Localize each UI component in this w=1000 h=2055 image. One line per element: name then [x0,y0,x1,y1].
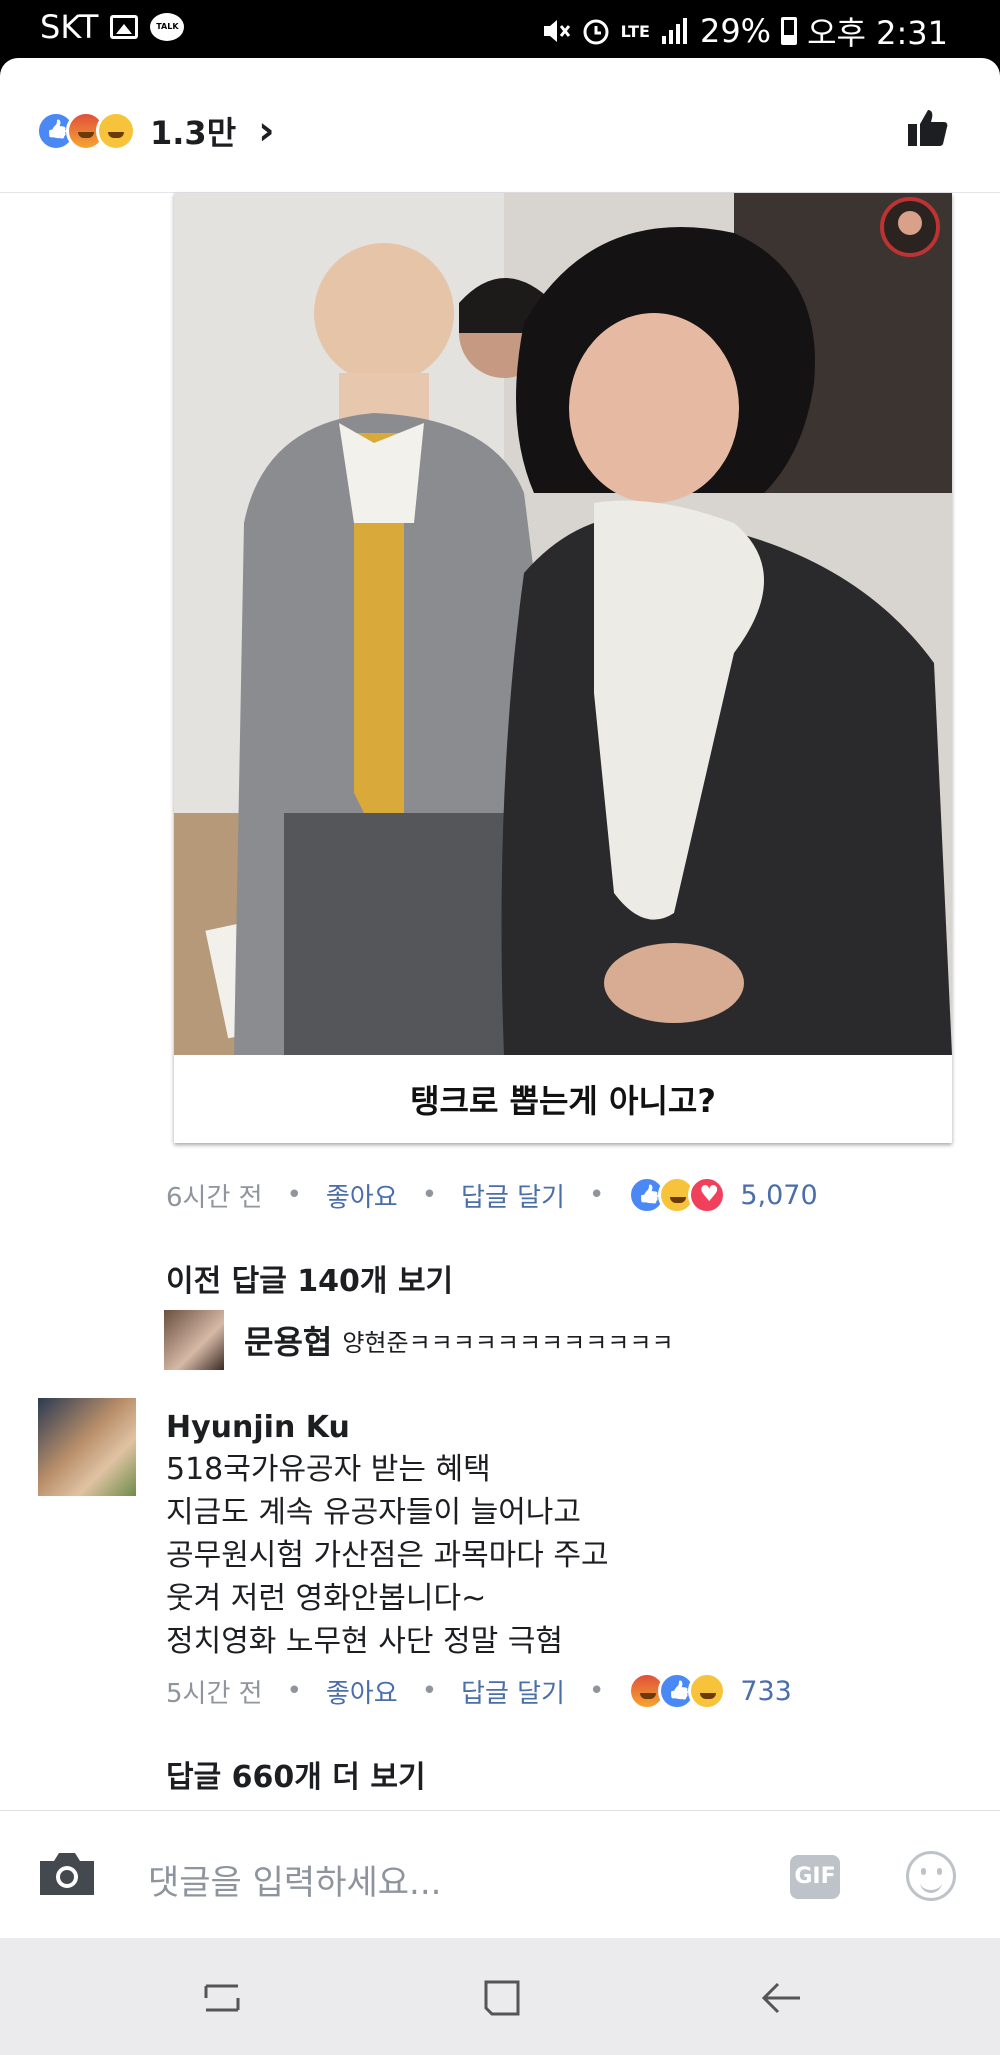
mute-icon [543,20,570,42]
comment-line: 공무원시험 가산점은 과목마다 주고 [166,1538,609,1573]
thumbs-up-icon[interactable] [906,106,950,150]
smiley-icon[interactable] [906,1851,956,1901]
alarm-icon [583,19,609,45]
reactions-header: 1.3만 › [0,58,1000,193]
photo [174,193,952,1055]
network-label: LTE [620,21,650,41]
reply-item: 문용협 양현준ㅋㅋㅋㅋㅋㅋㅋㅋㅋㅋㅋㅋ [164,1310,674,1370]
photo-illustration [174,193,952,1055]
avatar[interactable] [164,1310,224,1370]
signal-icon [661,18,687,44]
clock: 오후 2:31 [807,14,948,52]
post-meta: 6시간 전 • 좋아요 • 답글 달기 • 5,070 [166,1176,818,1214]
reaction-summary[interactable]: 1.3만 › [36,108,275,154]
comment-input[interactable]: 댓글을 입력하세요... [148,1855,441,1904]
post-reply-button[interactable]: 답글 달기 [461,1177,565,1214]
back-icon[interactable] [758,1976,806,2020]
comment-line: 정치영화 노무현 사단 정말 극혐 [166,1624,563,1659]
comment-time: 5시간 전 [166,1678,263,1709]
view-previous-replies-link[interactable]: 이전 답글 140개 보기 [166,1256,453,1300]
view-more-replies-link[interactable]: 답글 660개 더 보기 [166,1752,426,1796]
reply-author[interactable]: 문용협 [244,1317,332,1363]
love-reaction-icon [688,1176,727,1214]
camera-icon[interactable] [36,1849,98,1897]
comment-reply-button[interactable]: 답글 달기 [461,1673,565,1710]
haha-reaction-icon [96,111,136,151]
haha-reaction-icon [688,1672,727,1710]
home-icon[interactable] [478,1976,526,2020]
reply-text: 양현준ㅋㅋㅋㅋㅋㅋㅋㅋㅋㅋㅋㅋ [342,1328,674,1357]
reaction-total: 1.3만 [150,114,237,152]
carrier-label: SKT [40,8,99,46]
comments-sheet: 1.3만 › [0,58,1000,1938]
comment-like-button[interactable]: 좋아요 [326,1673,398,1710]
comment-line: 지금도 계속 유공자들이 늘어나고 [166,1495,582,1530]
comment-composer: 댓글을 입력하세요... GIF [0,1810,1000,1938]
recent-apps-icon[interactable] [198,1976,246,2020]
talk-icon: TALK [150,13,185,41]
post-time: 6시간 전 [166,1182,263,1213]
image-icon [110,15,139,39]
gif-icon[interactable]: GIF [790,1855,840,1899]
avatar[interactable] [38,1398,136,1496]
battery-percent: 29% [699,12,772,50]
comment-text: 518국가유공자 받는 혜택 지금도 계속 유공자들이 늘어나고 공무원시험 가… [166,1448,609,1663]
comment-meta: 5시간 전 • 좋아요 • 답글 달기 • 733 [166,1672,792,1710]
comment-line: 웃겨 저런 영화안봅니다~ [166,1581,487,1616]
post-image[interactable]: 탱크로 뽑는게 아니고? [174,193,952,1143]
post-reaction-count[interactable]: 5,070 [740,1180,817,1211]
comment-author[interactable]: Hyunjin Ku [166,1410,350,1445]
post-like-button[interactable]: 좋아요 [326,1177,398,1214]
comment-reaction-count[interactable]: 733 [740,1676,792,1707]
battery-icon [781,17,798,45]
image-caption: 탱크로 뽑는게 아니고? [410,1082,716,1120]
chevron-right-icon: › [258,108,275,154]
comment-line: 518국가유공자 받는 혜택 [166,1452,491,1487]
status-bar: SKT TALK LTE 29% 오후 2:31 [0,0,1000,58]
navigation-bar [0,1938,1000,2055]
